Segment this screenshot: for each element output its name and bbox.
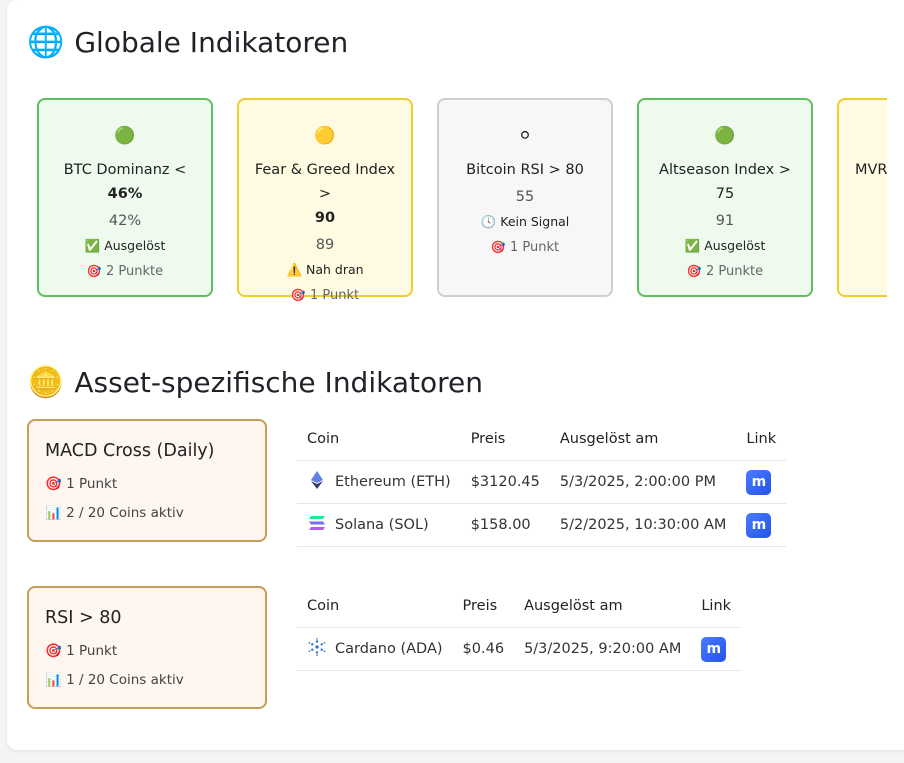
points-text: 1 Punkt <box>309 288 360 302</box>
table-header-row: Coin Preis Ausgelöst am Link <box>297 585 742 628</box>
asset-indicator-card-rsi[interactable]: RSI > 80 🎯 1 Punkt 📊 1 / 20 Coins aktiv <box>27 586 267 709</box>
column-header-price: Preis <box>452 585 515 628</box>
indicator-card-fear-greed[interactable]: 🟡 Fear & Greed Index > 90 89 ⚠️ Nah dran… <box>237 98 413 302</box>
indicator-name: MVRV <box>855 162 887 178</box>
column-header-triggered: Ausgelöst am <box>514 585 692 628</box>
column-header-price: Preis <box>460 418 550 461</box>
indicator-name: BTC Dominanz < 46% <box>49 158 201 206</box>
target-icon: 🎯 <box>686 264 702 278</box>
indicator-status: ✅ Ausgelöst <box>684 238 766 253</box>
indicator-name-text: Fear & Greed Index > <box>254 162 396 202</box>
indicator-status: ⚠️ Nah dran <box>286 262 364 277</box>
indicator-threshold: 90 <box>314 210 336 226</box>
asset-indicator-points: 🎯 1 Punkt <box>45 642 249 660</box>
global-section-title: 🌐 Globale Indikatoren <box>27 26 348 59</box>
price-cell: $158.00 <box>460 503 550 547</box>
indicator-card-btc-dominance[interactable]: 🟢 BTC Dominanz < 46% 42% ✅ Ausgelöst 🎯 2… <box>37 98 213 297</box>
coinmarketcap-icon[interactable]: m <box>701 636 727 662</box>
asset-indicator-card-macd[interactable]: MACD Cross (Daily) 🎯 1 Punkt 📊 2 / 20 Co… <box>27 419 267 542</box>
column-header-triggered: Ausgelöst am <box>549 418 737 461</box>
coinmarketcap-icon[interactable]: m <box>746 512 772 538</box>
coin-cell: Ethereum (ETH) <box>297 460 461 504</box>
table-row: Solana (SOL) $158.00 5/2/2025, 10:30:00 … <box>297 503 787 547</box>
indicator-points: 🎯 1 Punkt <box>239 286 411 302</box>
coin-name: Cardano (ADA) <box>335 641 443 657</box>
status-dot-icon: 🟢 <box>114 126 136 146</box>
coin-icon: 🪙 <box>27 364 65 400</box>
bar-chart-icon: 📊 <box>45 505 62 521</box>
coins-table-macd: Coin Preis Ausgelöst am Link Ethereum (E… <box>297 418 787 547</box>
ethereum-icon <box>307 471 327 493</box>
indicator-status: ✅ Ausgelöst <box>84 238 166 253</box>
indicator-name: Altseason Index > 75 <box>659 162 791 202</box>
indicator-card-altseason[interactable]: 🟢 Altseason Index > 75 91 ✅ Ausgelöst 🎯 … <box>637 98 813 297</box>
indicator-points: 🎯 2 Punkte <box>639 262 811 281</box>
column-header-link: Link <box>691 585 742 628</box>
indicator-card-bitcoin-rsi[interactable]: ⚪ Bitcoin RSI > 80 55 🕓 Kein Signal 🎯 1 … <box>437 98 613 297</box>
asset-indicator-coins-active: 📊 2 / 20 Coins aktiv <box>45 504 249 522</box>
target-icon: 🎯 <box>490 240 506 254</box>
indicator-name-text: BTC Dominanz < <box>63 162 187 178</box>
indicator-card-mvrv[interactable]: MVRV <box>837 98 887 297</box>
coins-active-text: 1 / 20 Coins aktiv <box>66 672 184 688</box>
coin-cell: Cardano (ADA) <box>297 627 453 671</box>
globe-icon: 🌐 <box>27 24 65 60</box>
bar-chart-icon: 📊 <box>45 672 62 688</box>
target-icon: 🎯 <box>290 288 306 302</box>
table-row: Ethereum (ETH) $3120.45 5/3/2025, 2:00:0… <box>297 460 787 504</box>
status-dot-icon: 🟢 <box>714 126 736 146</box>
points-text: 1 Punkt <box>66 643 118 659</box>
table-row: Cardano (ADA) $0.46 5/3/2025, 9:20:00 AM… <box>297 627 742 671</box>
indicator-name: Bitcoin RSI > 80 <box>466 162 584 178</box>
indicator-points: 🎯 1 Punkt <box>439 238 611 257</box>
status-dot-icon <box>839 124 887 148</box>
asset-indicator-coins-active: 📊 1 / 20 Coins aktiv <box>45 671 249 689</box>
indicator-name: Fear & Greed Index > 90 <box>249 158 401 230</box>
indicator-status: 🕓 Kein Signal <box>480 214 570 229</box>
coins-active-text: 2 / 20 Coins aktiv <box>66 505 184 521</box>
triggered-cell: 5/3/2025, 2:00:00 PM <box>549 460 737 504</box>
asset-title-text: Asset-spezifische Indikatoren <box>74 366 483 399</box>
triggered-cell: 5/3/2025, 9:20:00 AM <box>514 627 692 671</box>
column-header-coin: Coin <box>297 418 461 461</box>
price-cell: $3120.45 <box>460 460 550 504</box>
asset-section-title: 🪙 Asset-spezifische Indikatoren <box>27 366 483 399</box>
column-header-coin: Coin <box>297 585 453 628</box>
coinmarketcap-icon[interactable]: m <box>746 469 772 495</box>
points-text: 2 Punkte <box>705 264 764 279</box>
link-cell: m <box>736 503 787 547</box>
dashboard-panel: 🌐 Globale Indikatoren 🟢 BTC Dominanz < 4… <box>7 0 904 750</box>
coin-cell: Solana (SOL) <box>297 503 461 547</box>
cardano-icon <box>307 638 327 660</box>
coins-table-rsi: Coin Preis Ausgelöst am Link Cardano (AD… <box>297 585 742 671</box>
price-cell: $0.46 <box>452 627 515 671</box>
points-text: 1 Punkt <box>509 240 560 255</box>
indicator-threshold: 46% <box>107 186 143 202</box>
indicator-value: 55 <box>515 189 535 205</box>
coin-name: Solana (SOL) <box>335 517 429 533</box>
asset-indicator-title: MACD Cross (Daily) <box>45 441 215 461</box>
triggered-cell: 5/2/2025, 10:30:00 AM <box>549 503 737 547</box>
table-header-row: Coin Preis Ausgelöst am Link <box>297 418 787 461</box>
asset-indicator-title: RSI > 80 <box>45 608 122 628</box>
status-dot-icon: 🟡 <box>314 126 336 146</box>
target-icon: 🎯 <box>86 264 102 278</box>
target-icon: 🎯 <box>45 643 62 659</box>
coin-name: Ethereum (ETH) <box>335 474 451 490</box>
indicator-value: 89 <box>315 237 335 253</box>
points-text: 1 Punkt <box>66 476 118 492</box>
status-dot-icon: ⚪ <box>517 126 533 146</box>
asset-indicator-points: 🎯 1 Punkt <box>45 475 249 493</box>
link-cell: m <box>691 627 742 671</box>
points-text: 2 Punkte <box>105 264 164 279</box>
indicator-value: 42% <box>108 213 142 229</box>
solana-icon <box>307 515 327 535</box>
link-cell: m <box>736 460 787 504</box>
indicator-value: 91 <box>715 213 735 229</box>
global-indicator-cards: 🟢 BTC Dominanz < 46% 42% ✅ Ausgelöst 🎯 2… <box>37 98 887 302</box>
column-header-link: Link <box>736 418 787 461</box>
target-icon: 🎯 <box>45 476 62 492</box>
global-title-text: Globale Indikatoren <box>74 26 349 59</box>
indicator-points: 🎯 2 Punkte <box>39 262 211 281</box>
